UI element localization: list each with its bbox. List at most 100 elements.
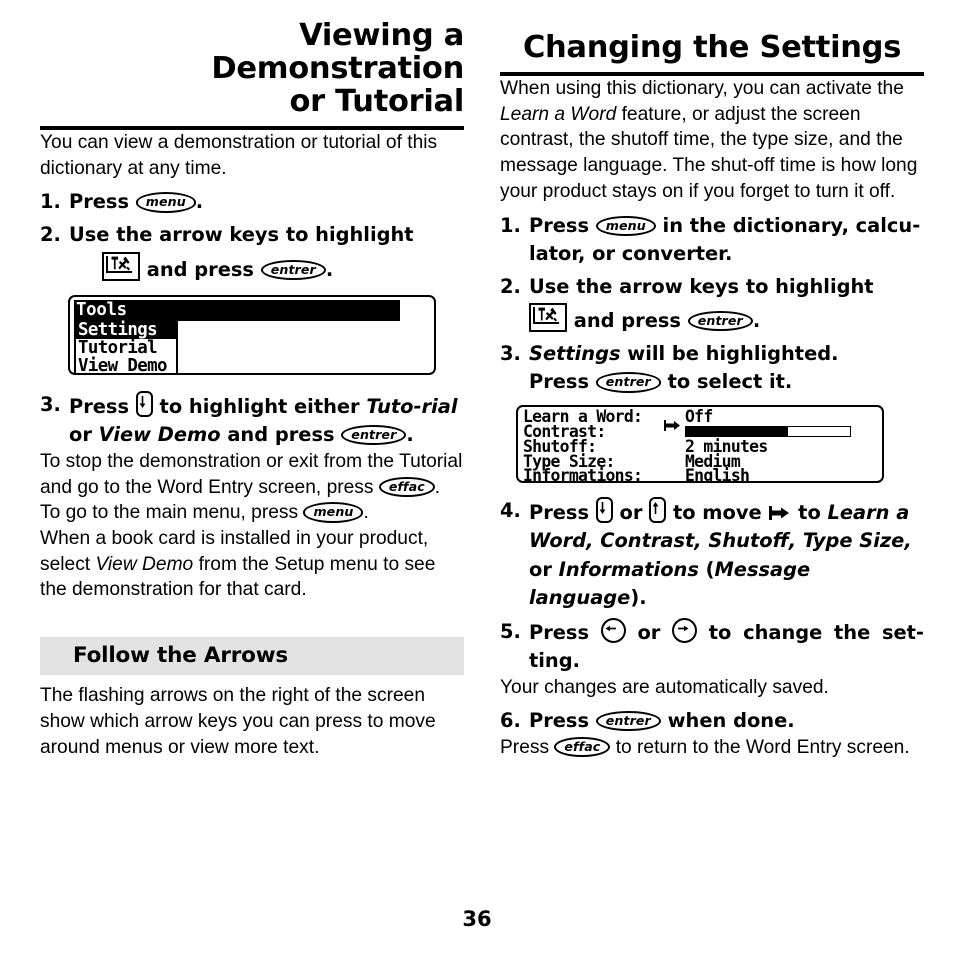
left-step-1: 1. Press menu. [40,188,464,216]
right-step-1-text-before: Press [529,213,590,237]
right-step-3-text-b: Press [529,370,590,394]
right-step-3: 3. Settings will be highlighted. Press en… [500,340,924,396]
lcd-menu-item-tutorial[interactable]: Tutorial [76,339,176,357]
left-step-2-text-after: . [325,257,334,281]
menu-key[interactable]: menu [303,502,364,523]
down-arrow-key[interactable] [135,390,153,417]
right-step-5-text-b: or [637,620,661,644]
effac-key[interactable]: effac [378,476,435,497]
left-substep-3b-after: . [363,502,369,524]
page-title-left: Viewing a Demonstration or Tutorial [40,18,464,119]
right-step-1-number: 1. [500,213,521,237]
lcd-menu-item-view-demo[interactable]: View Demo [76,357,176,373]
subsection-title: Follow the Arrows [73,643,288,669]
right-step-5: 5. Press or to change the set-ting. [500,617,924,675]
left-substep-3a-line3-before: screen, press [258,476,374,498]
right-intro-em: Learn a Word [500,103,617,125]
left-bookcard-paragraph: When a book card is installed in your pr… [40,526,464,603]
right-step-5-text-a: Press [529,620,590,644]
right-step-6-text-b: when done. [667,708,795,732]
right-step-4-text-a: Press [529,501,590,525]
right-column: Changing the Settings When using this di… [500,0,924,761]
contrast-bar[interactable] [685,426,851,438]
lcd-tools-menu: Tools Settings Tutorial View Demo [68,294,436,375]
left-substep-3a-line1: To stop the demonstration or exit from [40,450,363,472]
left-title-line1: Viewing a Demonstration [211,18,464,86]
left-step-3-em1: Tuto-rial [366,394,458,418]
left-step-3-text-b: to highlight either [159,394,360,418]
left-step-1-number: 1. [40,190,61,214]
left-bookcard-line4: that card. [226,579,307,601]
lcd-menu-dropdown: Settings Tutorial View Demo [74,320,178,373]
left-step-3-number: 3. [40,392,61,416]
right-step-4-text-c: to move [672,501,762,525]
right-step-3-em: Settings [529,342,621,366]
left-step-1-text-before: Press [69,190,130,214]
lcd-menu-item-settings[interactable]: Settings [76,320,176,339]
right-step-3-text-c: to select it. [667,370,793,394]
left-column: Viewing a Demonstration or Tutorial You c… [40,0,464,760]
entrer-key[interactable]: entrer [341,424,407,446]
left-arrow-key[interactable] [600,617,626,643]
contrast-bar-fill [686,427,788,437]
right-lcd-wrap: Learn a Word: Off Contrast: Shutoff: 2 m… [500,405,924,484]
left-intro-paragraph: You can view a demonstration or tutorial… [40,131,438,179]
up-arrow-key[interactable] [649,497,667,524]
page-number: 36 [462,907,492,931]
right-substep-5: Your changes are automatically saved. [500,677,829,699]
tools-icon [529,302,567,332]
right-substep-6-b: to return to the Word Entry screen. [615,736,910,758]
right-step-4-text-g: ). [630,585,647,609]
entrer-key[interactable]: entrer [687,310,753,332]
left-bookcard-em: View Demo [95,553,194,575]
right-step-6-text-a: Press [529,708,590,732]
entrer-key[interactable]: entrer [595,710,661,732]
entrer-key[interactable]: entrer [595,372,661,393]
left-step-3: 3. Press to highlight either Tuto-rial or… [40,390,464,449]
right-title-wrap: Changing the Settings [500,0,924,76]
setting-value-informations: English [685,466,750,484]
right-step-2-text-mid: and press [573,308,681,332]
right-step-3-number: 3. [500,342,521,366]
setting-row-informations[interactable]: Informations: English [523,466,877,484]
setting-value-learn-a-word: Off [685,407,713,427]
left-step-2: 2. Use the arrow keys to highlight [40,221,464,249]
right-intro-paragraph: When using this dictionary, you can acti… [500,76,924,205]
subsection-band: Follow the Arrows [40,637,464,676]
left-substep-3a-line3-after: . [434,476,441,498]
manual-page: Viewing a Demonstration or Tutorial You c… [0,0,954,954]
right-step-2-line1: Use the arrow keys to highlight [529,274,874,298]
left-bookcard-line2-b: from the [198,553,269,575]
right-step-1: 1. Press menu in the dictionary, calcu-la… [500,212,924,268]
down-arrow-key[interactable] [595,497,613,524]
right-step-2-number: 2. [500,274,521,298]
right-step-4: 4. Press or to move to Learn a Word, Cont… [500,497,924,612]
subsection-body: The flashing arrows on the right of the … [40,685,436,758]
left-substep-3b-before: To go to the main menu, press [40,502,299,524]
right-step-3-text-a: will be highlighted. [627,342,839,366]
right-step-4-text-f: ( [705,557,715,581]
right-step-2-line2: and press entrer. [500,302,924,335]
left-substep-3a: To stop the demonstration or exit from t… [40,449,464,500]
right-step-2-text-after: . [752,308,761,332]
right-substep-6: Press effac to return to the Word Entry … [500,735,924,761]
right-arrow-key[interactable] [672,617,698,643]
left-step-3-text-d: and press [227,422,335,446]
left-step-1-text-after: . [195,190,204,214]
left-step-3-text-a: Press [69,394,130,418]
right-step-6: 6. Press entrer when done. [500,707,924,735]
right-step-4-number: 4. [500,499,521,523]
menu-key[interactable]: menu [135,192,196,213]
right-intro-a: When using this dictionary, you can acti… [500,77,904,99]
right-step-4-text-b: or [619,501,643,525]
setting-label-informations: Informations: [523,466,643,484]
left-step-3-em2: View Demo [98,422,221,446]
lcd-settings-screen: Learn a Word: Off Contrast: Shutoff: 2 m… [516,405,884,484]
right-step-5-text-c: to change the set-ting. [529,620,924,672]
entrer-key[interactable]: entrer [260,259,326,280]
left-title-wrap: Viewing a Demonstration or Tutorial [40,0,464,130]
right-step-2: 2. Use the arrow keys to highlight [500,273,924,301]
effac-key[interactable]: effac [554,736,611,758]
left-substep-3b: To go to the main menu, press menu. [40,500,464,526]
menu-key[interactable]: menu [595,215,656,236]
